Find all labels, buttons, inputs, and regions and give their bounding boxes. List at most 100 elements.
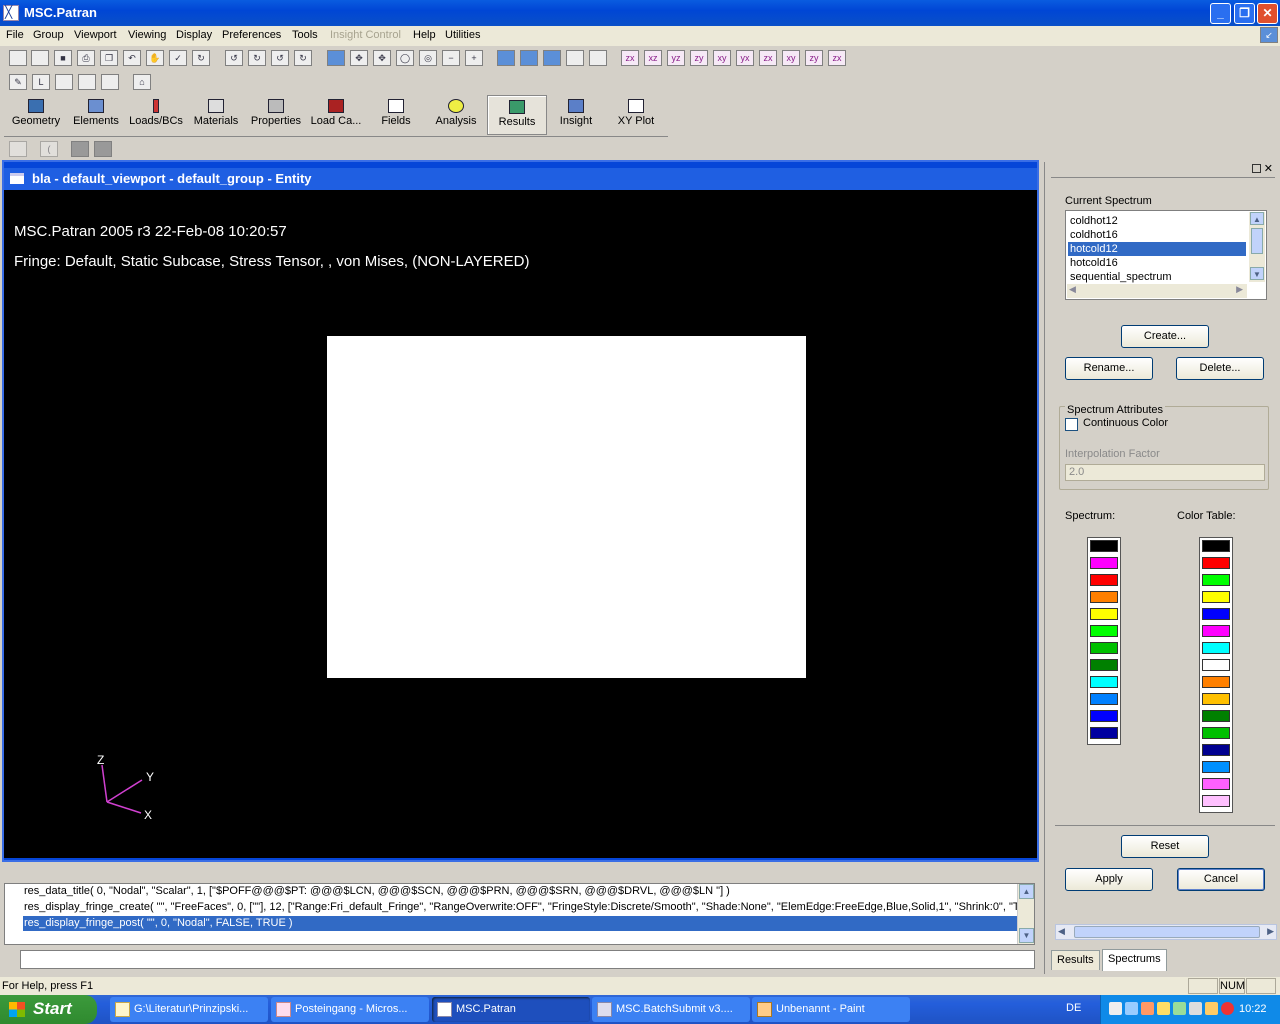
start-button[interactable]: Start bbox=[0, 995, 97, 1024]
cancel-button[interactable]: Cancel bbox=[1177, 868, 1265, 891]
app-elements[interactable]: Elements bbox=[66, 95, 126, 135]
scroll-up-icon[interactable]: ▲ bbox=[1019, 884, 1034, 899]
app-fields[interactable]: Fields bbox=[366, 95, 426, 135]
zoom-out-icon[interactable]: − bbox=[442, 50, 460, 66]
rotate-z-icon[interactable]: ↻ bbox=[248, 50, 266, 66]
rotation-center-icon[interactable]: ◯ bbox=[396, 50, 414, 66]
apply-button[interactable]: Apply bbox=[1065, 868, 1153, 891]
view-10-icon[interactable]: zx bbox=[828, 50, 846, 66]
arc-icon[interactable]: ( bbox=[40, 141, 58, 157]
scroll-right-icon[interactable]: ▶ bbox=[1236, 284, 1243, 295]
scroll-thumb[interactable] bbox=[1074, 926, 1260, 938]
app-properties[interactable]: Properties bbox=[246, 95, 306, 135]
delete-button[interactable]: Delete... bbox=[1176, 357, 1264, 380]
color-table-swatch[interactable] bbox=[1202, 608, 1230, 620]
view-5-icon[interactable]: xy bbox=[713, 50, 731, 66]
history-line[interactable]: res_display_fringe_create( "", "FreeFace… bbox=[23, 900, 1017, 915]
spectrum-listbox[interactable]: coldhot12 coldhot16 hotcold12 hotcold16 … bbox=[1065, 210, 1267, 300]
spectrum-color-swatch[interactable] bbox=[1090, 557, 1118, 569]
app-xy-plot[interactable]: XY Plot bbox=[606, 95, 666, 135]
copy-disabled-icon[interactable] bbox=[9, 141, 27, 157]
restore-icon[interactable]: ↙ bbox=[1260, 27, 1278, 43]
settings-icon[interactable] bbox=[101, 74, 119, 90]
ruler-icon[interactable]: L bbox=[32, 74, 50, 90]
menu-help[interactable]: Help bbox=[413, 29, 436, 41]
minimize-button[interactable]: _ bbox=[1210, 3, 1231, 24]
plot-erase-icon[interactable] bbox=[78, 74, 96, 90]
spectrum-color-swatch[interactable] bbox=[1090, 540, 1118, 552]
scroll-thumb[interactable] bbox=[1251, 228, 1263, 254]
tray-message-icon[interactable] bbox=[1157, 1002, 1170, 1015]
scroll-up-icon[interactable]: ▲ bbox=[1250, 212, 1264, 225]
rotate-icon[interactable]: ↺ bbox=[225, 50, 243, 66]
app-loads-bcs[interactable]: Loads/BCs bbox=[126, 95, 186, 135]
tray-clipboard-icon[interactable] bbox=[1109, 1002, 1122, 1015]
reset-graphics-icon[interactable]: ✓ bbox=[169, 50, 187, 66]
spectrum-color-swatch[interactable] bbox=[1090, 574, 1118, 586]
history-line[interactable]: res_data_title( 0, "Nodal", "Scalar", 1,… bbox=[23, 884, 1017, 899]
refresh-icon[interactable]: ↻ bbox=[192, 50, 210, 66]
print-icon[interactable]: ⎙ bbox=[77, 50, 95, 66]
color-table-swatch[interactable] bbox=[1202, 642, 1230, 654]
gray-square-icon[interactable] bbox=[71, 141, 89, 157]
menu-file[interactable]: File bbox=[6, 29, 24, 41]
menu-utilities[interactable]: Utilities bbox=[445, 29, 480, 41]
top-view-icon[interactable] bbox=[589, 50, 607, 66]
spectrum-color-swatch[interactable] bbox=[1090, 659, 1118, 671]
view-7-icon[interactable]: zx bbox=[759, 50, 777, 66]
view-1-icon[interactable]: zx bbox=[621, 50, 639, 66]
color-table-swatch[interactable] bbox=[1202, 693, 1230, 705]
menu-tools[interactable]: Tools bbox=[292, 29, 318, 41]
spectrum-color-swatch[interactable] bbox=[1090, 642, 1118, 654]
spectrum-item[interactable]: coldhot12 bbox=[1068, 214, 1246, 228]
spectrum-item-selected[interactable]: hotcold12 bbox=[1068, 242, 1246, 256]
app-materials[interactable]: Materials bbox=[186, 95, 246, 135]
tray-volume-icon[interactable] bbox=[1205, 1002, 1218, 1015]
tab-spectrums[interactable]: Spectrums bbox=[1102, 949, 1167, 971]
spectrum-color-swatch[interactable] bbox=[1090, 710, 1118, 722]
pencil-icon[interactable]: ✎ bbox=[9, 74, 27, 90]
color-table-swatch[interactable] bbox=[1202, 659, 1230, 671]
color-table-swatch[interactable] bbox=[1202, 591, 1230, 603]
task-batchsubmit[interactable]: MSC.BatchSubmit v3.... bbox=[592, 997, 750, 1022]
color-table-swatch[interactable] bbox=[1202, 676, 1230, 688]
close-button[interactable]: ✕ bbox=[1257, 3, 1278, 24]
app-insight[interactable]: Insight bbox=[546, 95, 606, 135]
view-3-icon[interactable]: yz bbox=[667, 50, 685, 66]
spectrum-color-swatch[interactable] bbox=[1090, 676, 1118, 688]
continuous-color-checkbox[interactable] bbox=[1065, 418, 1078, 431]
hidden-line-icon[interactable] bbox=[520, 50, 538, 66]
color-table-swatch[interactable] bbox=[1202, 761, 1230, 773]
view-fit-icon[interactable] bbox=[327, 50, 345, 66]
open-icon[interactable] bbox=[31, 50, 49, 66]
reset-button[interactable]: Reset bbox=[1121, 835, 1209, 858]
tray-network-icon[interactable] bbox=[1125, 1002, 1138, 1015]
panel-hscrollbar[interactable]: ◀ ▶ bbox=[1055, 924, 1277, 940]
rotate-xy-icon[interactable]: ↺ bbox=[271, 50, 289, 66]
color-table-swatch[interactable] bbox=[1202, 540, 1230, 552]
rotate-free-icon[interactable]: ↻ bbox=[294, 50, 312, 66]
command-input[interactable] bbox=[20, 950, 1035, 969]
undo-icon[interactable]: ↶ bbox=[123, 50, 141, 66]
graphics-viewport[interactable]: MSC.Patran 2005 r3 22-Feb-08 10:20:57 Fr… bbox=[4, 190, 1037, 858]
menu-display[interactable]: Display bbox=[176, 29, 212, 41]
view-2-icon[interactable]: xz bbox=[644, 50, 662, 66]
spectrum-item[interactable]: coldhot16 bbox=[1068, 228, 1246, 242]
interpolation-factor-field[interactable]: 2.0 bbox=[1065, 464, 1265, 481]
spectrum-color-swatch[interactable] bbox=[1090, 608, 1118, 620]
app-analysis[interactable]: Analysis bbox=[426, 95, 486, 135]
smooth-shade-icon[interactable] bbox=[543, 50, 561, 66]
tray-update-icon[interactable] bbox=[1173, 1002, 1186, 1015]
wireframe-icon[interactable] bbox=[497, 50, 515, 66]
tray-antivirus-icon[interactable] bbox=[1189, 1002, 1202, 1015]
color-table-swatch[interactable] bbox=[1202, 557, 1230, 569]
menu-viewing[interactable]: Viewing bbox=[128, 29, 166, 41]
menu-insight-control[interactable]: Insight Control bbox=[330, 29, 401, 41]
menu-viewport[interactable]: Viewport bbox=[74, 29, 117, 41]
spectrum-vscrollbar[interactable]: ▲ ▼ bbox=[1249, 212, 1265, 282]
color-table-swatch[interactable] bbox=[1202, 625, 1230, 637]
save-icon[interactable]: ■ bbox=[54, 50, 72, 66]
scroll-left-icon[interactable]: ◀ bbox=[1058, 926, 1065, 937]
maximize-button[interactable]: ❐ bbox=[1234, 3, 1255, 24]
rename-button[interactable]: Rename... bbox=[1065, 357, 1153, 380]
